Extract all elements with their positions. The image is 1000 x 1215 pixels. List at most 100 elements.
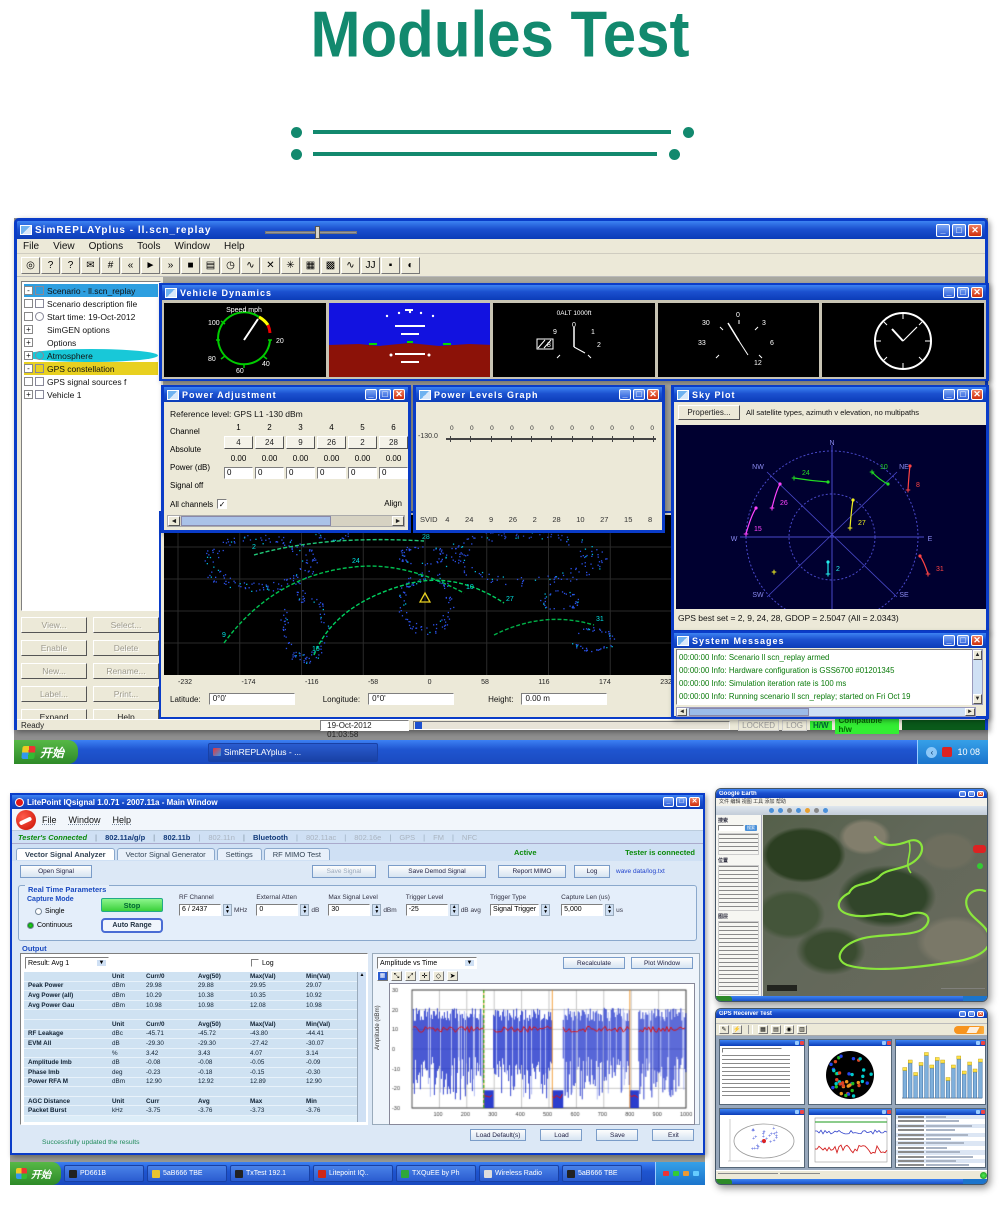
- taskbar-task[interactable]: Wireless Radio: [479, 1165, 559, 1182]
- tray-icon-red[interactable]: [663, 1171, 669, 1176]
- toolbar-button[interactable]: ?: [41, 257, 60, 274]
- technology-tab[interactable]: |Bluetooth: [243, 833, 288, 842]
- search-button[interactable]: 搜索: [745, 825, 757, 831]
- signal-off-input[interactable]: 0: [286, 467, 315, 479]
- technology-tab[interactable]: |NFC: [452, 833, 477, 842]
- tree-item[interactable]: - GPS constellation: [24, 362, 158, 375]
- technology-tab[interactable]: |802.11ac: [296, 833, 336, 842]
- tray-icon-orange[interactable]: [683, 1171, 689, 1176]
- tree-item[interactable]: + Vehicle 1: [24, 388, 158, 401]
- table-row[interactable]: Amplitude Imb dB -0.08 -0.08 -0.05 -0.09: [24, 1058, 364, 1068]
- toolbar-button[interactable]: ◷: [221, 257, 240, 274]
- taskbar-task[interactable]: SimREPLAYplus - ...: [208, 743, 378, 762]
- auto-range-button[interactable]: Auto Range: [101, 918, 163, 933]
- toolbar-button[interactable]: ▪: [381, 257, 400, 274]
- maximize-button[interactable]: □: [957, 635, 969, 646]
- toolbar-button[interactable]: ∿: [341, 257, 360, 274]
- places-tree[interactable]: [718, 865, 759, 911]
- bottom-button[interactable]: Load Default(s): [470, 1129, 526, 1141]
- log-button[interactable]: Log: [574, 865, 610, 878]
- toolbar-button[interactable]: «: [121, 257, 140, 274]
- table-row[interactable]: Packet Burst kHz -3.75 -3.76 -3.73 -3.76: [24, 1106, 364, 1116]
- main-tab[interactable]: Vector Signal Generator: [117, 848, 215, 860]
- h-scrollbar[interactable]: ◄ ►: [676, 707, 976, 717]
- command-combo[interactable]: [722, 1048, 782, 1053]
- save-demod-button[interactable]: Save Demod Signal: [388, 865, 486, 878]
- menu-item[interactable]: Options: [89, 241, 123, 252]
- start-button[interactable]: 开始: [14, 740, 78, 764]
- lon-value[interactable]: 0°0': [368, 693, 454, 705]
- param-field[interactable]: Trigger Level -25 ▲▼ dB avg: [406, 894, 481, 938]
- minimize-button[interactable]: _: [365, 389, 377, 400]
- taskbar-task[interactable]: 5aB666 TBE: [147, 1165, 227, 1182]
- minimize-button[interactable]: _: [943, 389, 955, 400]
- table-row[interactable]: Avg Power Gau dBm 10.98 10.98 12.08 10.9…: [24, 1001, 364, 1011]
- param-field[interactable]: Max Signal Level 30 ▲▼ dBm: [328, 894, 396, 938]
- toolbar-icon[interactable]: [769, 808, 774, 813]
- start-button-2[interactable]: 开始: [10, 1162, 61, 1185]
- menu-item[interactable]: Help: [113, 815, 132, 825]
- minimize-button[interactable]: _: [959, 1011, 966, 1017]
- tree-item[interactable]: + Options: [24, 336, 158, 349]
- search-input[interactable]: [718, 825, 744, 831]
- marker-icon[interactable]: ◇: [433, 971, 444, 981]
- toolbar-icon[interactable]: ◉: [784, 1025, 794, 1034]
- close-button[interactable]: ✕: [393, 389, 405, 400]
- toolbar-button[interactable]: ◐: [401, 257, 420, 274]
- maximize-button[interactable]: □: [968, 1011, 975, 1017]
- result-combo[interactable]: Result: Avg 1▼: [25, 957, 109, 969]
- log-file-link[interactable]: wave data/log.txt: [616, 868, 665, 875]
- toolbar-button[interactable]: ∿: [241, 257, 260, 274]
- v-scrollbar[interactable]: ▲ ▼: [972, 649, 983, 705]
- slider-thumb[interactable]: [315, 226, 320, 239]
- tree-item[interactable]: Start time: 19-Oct-2012: [24, 310, 158, 323]
- menu-item[interactable]: File: [42, 815, 57, 825]
- toolbar-button[interactable]: ◎: [21, 257, 40, 274]
- tree-item[interactable]: + Atmosphere: [24, 349, 158, 362]
- tree-action-button[interactable]: Rename...: [93, 663, 159, 679]
- technology-tab[interactable]: |802.11a/g/p: [95, 833, 145, 842]
- bottom-button[interactable]: Exit: [652, 1129, 694, 1141]
- stop-button[interactable]: Stop: [101, 898, 163, 912]
- tree-action-button[interactable]: Print...: [93, 686, 159, 702]
- minimize-button[interactable]: _: [943, 287, 955, 298]
- menu-item[interactable]: Window: [69, 815, 101, 825]
- tree-action-button[interactable]: View...: [21, 617, 87, 633]
- taskbar-task[interactable]: Litepoint IQ..: [313, 1165, 393, 1182]
- technology-tab[interactable]: |802.11b: [153, 833, 190, 842]
- progress-track[interactable]: [413, 721, 730, 730]
- cursor-icon[interactable]: ➤: [447, 971, 458, 981]
- param-field[interactable]: RF Channel 6 / 2437 ▲▼ MHz: [179, 894, 247, 938]
- minimize-button[interactable]: _: [943, 635, 955, 646]
- toolbar-button[interactable]: ?: [61, 257, 80, 274]
- toolbar-button[interactable]: ✳: [281, 257, 300, 274]
- mini-start[interactable]: [716, 1179, 732, 1185]
- table-row[interactable]: Unit Curr/0 Avg(50) Max(Val) Min(Val): [24, 972, 364, 982]
- minimize-button[interactable]: _: [959, 791, 966, 797]
- toolbar-icon[interactable]: [796, 808, 801, 813]
- signal-off-input[interactable]: 0: [348, 467, 377, 479]
- main-tab[interactable]: RF MIMO Test: [264, 848, 330, 860]
- all-channels-checkbox[interactable]: ✓: [217, 499, 227, 509]
- zoom-out-icon[interactable]: ⤢: [405, 971, 416, 981]
- signal-off-input[interactable]: 0: [224, 467, 253, 479]
- main-tab[interactable]: Vector Signal Analyzer: [16, 848, 115, 860]
- recalculate-button[interactable]: Recalculate: [563, 957, 625, 969]
- minimize-button[interactable]: _: [619, 389, 631, 400]
- menu-item[interactable]: File: [23, 241, 39, 252]
- menu-item[interactable]: Window: [174, 241, 210, 252]
- table-row[interactable]: AGC Distance Unit Curr Avg Max Min: [24, 1097, 364, 1107]
- maximize-button[interactable]: □: [968, 791, 975, 797]
- tree-item[interactable]: GPS signal sources f: [24, 375, 158, 388]
- log-checkbox[interactable]: Log: [251, 959, 274, 967]
- table-v-scrollbar[interactable]: ▲: [357, 972, 366, 1122]
- table-row[interactable]: EVM All dB -29.30 -29.30 -27.42 -30.07: [24, 1039, 364, 1049]
- technology-tab[interactable]: |802.16e: [344, 833, 381, 842]
- table-row[interactable]: [24, 1010, 364, 1020]
- save-signal-button[interactable]: Save Signal: [312, 865, 376, 878]
- signal-off-input[interactable]: 0: [317, 467, 346, 479]
- signal-off-input[interactable]: 0: [255, 467, 284, 479]
- toolbar-button[interactable]: ►: [141, 257, 160, 274]
- toolbar-icon[interactable]: [805, 808, 810, 813]
- tray-collapse-icon[interactable]: ‹: [926, 747, 937, 758]
